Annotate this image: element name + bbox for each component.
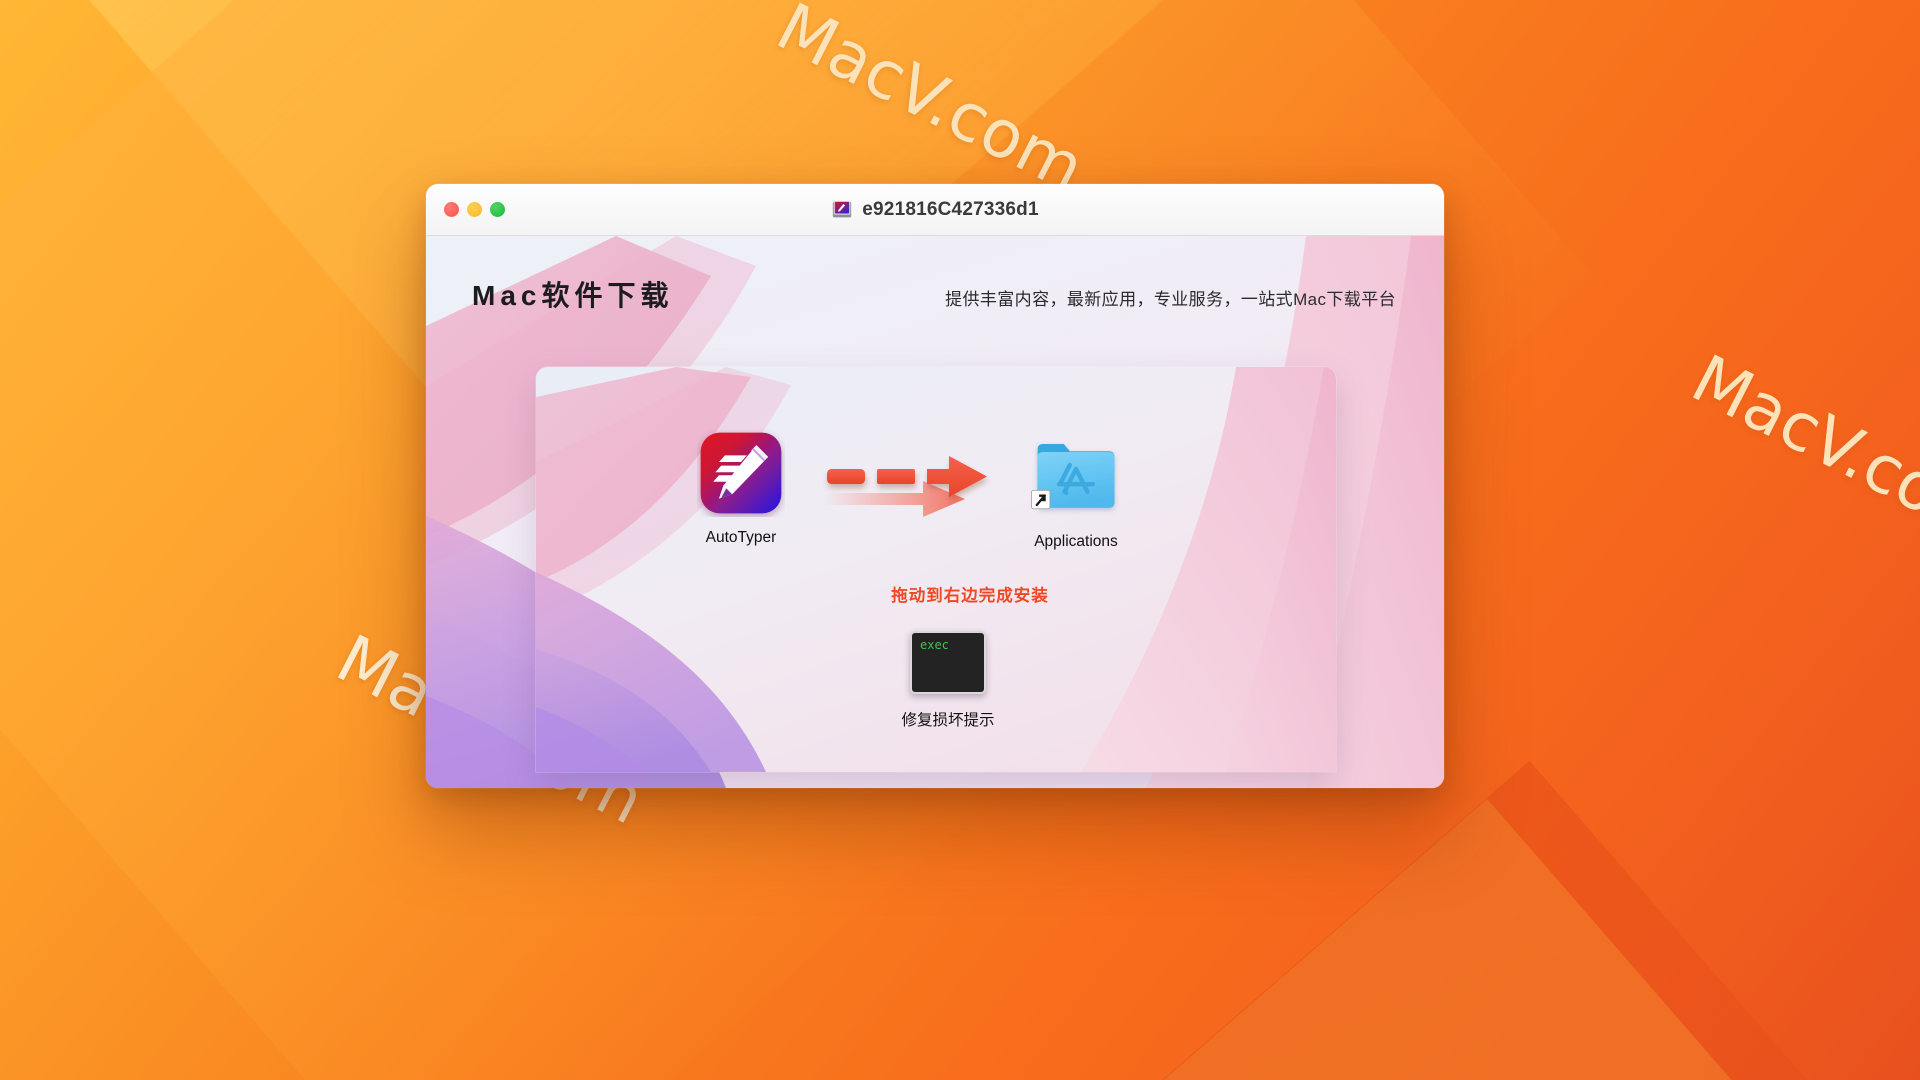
traffic-lights xyxy=(444,202,505,217)
page-title: Mac软件下载 xyxy=(472,280,674,311)
autotyper-app-icon[interactable] xyxy=(697,429,785,517)
terminal-text: exec xyxy=(920,638,949,652)
app-icon-cell[interactable]: AutoTyper xyxy=(666,429,816,547)
applications-icon-label: Applications xyxy=(1034,533,1118,550)
watermark-right: MacV.com xyxy=(1680,340,1920,560)
minimize-button[interactable] xyxy=(467,202,482,217)
dmg-installer-window[interactable]: e921816C427336d1 Mac软件下载 提供丰富内容，最新应用，专业服… xyxy=(426,184,1444,788)
drag-arrow-icon xyxy=(821,451,1021,547)
close-button[interactable] xyxy=(444,202,459,217)
zoom-button[interactable] xyxy=(490,202,505,217)
repair-tool-cell[interactable]: exec 修复损坏提示 xyxy=(536,631,1336,730)
window-title: e921816C427336d1 xyxy=(862,198,1039,220)
desktop-background: MacV.com MacV.com MacV.com xyxy=(0,0,1920,1080)
drag-instruction-text: 拖动到右边完成安装 xyxy=(891,587,1049,605)
window-body: Mac软件下载 提供丰富内容，最新应用，专业服务，一站式Mac下载平台 Auto… xyxy=(426,236,1444,788)
applications-folder-icon[interactable] xyxy=(1030,429,1122,521)
window-titlebar[interactable]: e921816C427336d1 xyxy=(426,184,1444,236)
header-row: Mac软件下载 提供丰富内容，最新应用，专业服务，一站式Mac下载平台 xyxy=(426,274,1444,314)
terminal-exec-icon[interactable]: exec xyxy=(910,631,986,694)
titlebar-center: e921816C427336d1 xyxy=(426,199,1444,221)
repair-tool-label: 修复损坏提示 xyxy=(901,712,995,729)
page-tagline: 提供丰富内容，最新应用，专业服务，一站式Mac下载平台 xyxy=(945,290,1396,309)
installer-panel: AutoTyper Applications 拖动到右边完成安装 exec 修复… xyxy=(536,367,1336,772)
drag-arrow-svg xyxy=(823,456,987,517)
dmg-volume-icon xyxy=(833,200,852,217)
app-icon-label: AutoTyper xyxy=(705,529,777,546)
